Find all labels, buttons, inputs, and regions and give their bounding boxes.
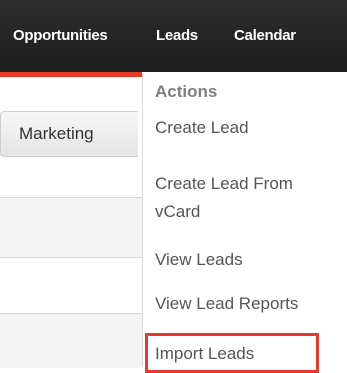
menu-header-actions: Actions bbox=[155, 82, 218, 101]
menu-item-view-leads[interactable]: View Leads bbox=[155, 248, 243, 272]
menu-item-view-lead-reports[interactable]: View Lead Reports bbox=[155, 292, 298, 316]
nav-item-leads[interactable]: Leads bbox=[156, 0, 198, 72]
menu-item-create-lead[interactable]: Create Lead bbox=[155, 116, 249, 140]
content-row bbox=[0, 257, 142, 314]
nav-item-calendar[interactable]: Calendar bbox=[234, 0, 296, 72]
menu-item-import-leads[interactable]: Import Leads bbox=[155, 342, 254, 366]
tab-marketing[interactable]: Marketing bbox=[0, 111, 138, 157]
menu-item-create-lead-from-vcard[interactable]: Create Lead From vCard bbox=[155, 170, 335, 226]
leads-dropdown-menu: Actions Create Lead Create Lead From vCa… bbox=[142, 72, 347, 373]
top-navigation-bar: Opportunities Leads Calendar bbox=[0, 0, 347, 72]
active-tab-indicator bbox=[0, 72, 142, 77]
content-row bbox=[0, 197, 142, 258]
nav-item-opportunities[interactable]: Opportunities bbox=[13, 0, 108, 72]
content-row bbox=[0, 313, 142, 368]
